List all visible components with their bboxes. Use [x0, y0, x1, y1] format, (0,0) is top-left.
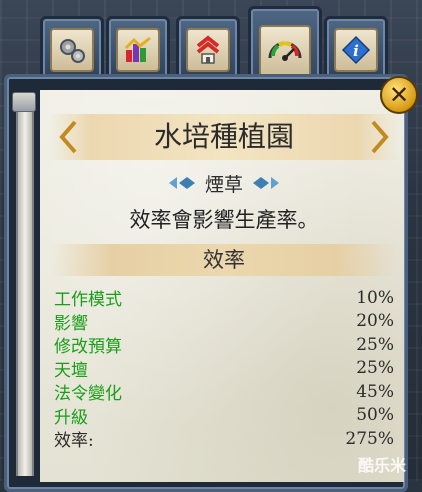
svg-text:i: i [353, 42, 359, 60]
total-label: 效率: [54, 431, 94, 452]
house-upgrade-icon [186, 28, 230, 72]
row-label: 升級 [54, 407, 88, 428]
list-item: 天壇 25% [54, 357, 394, 381]
list-item: 升級 50% [54, 404, 394, 428]
row-value: 45% [356, 381, 394, 402]
total-row: 效率: 275% [54, 427, 394, 452]
row-value: 25% [356, 334, 394, 355]
row-value: 20% [356, 311, 394, 332]
close-icon: ✕ [388, 81, 410, 109]
list-item: 工作模式 10% [54, 286, 394, 311]
left-ornament-icon [168, 177, 195, 189]
row-label: 修改預算 [54, 337, 122, 358]
efficiency-list: 工作模式 10% 影響 20% 修改預算 25% 天壇 25% 法令變化 45%… [54, 286, 394, 452]
building-title: 水培種植園 [153, 120, 294, 153]
row-label: 工作模式 [54, 290, 122, 311]
crop-selector[interactable]: 煙草 [48, 168, 400, 198]
scrollbar-thumb[interactable] [12, 92, 36, 112]
row-value: 25% [356, 358, 394, 379]
row-value: 10% [356, 287, 394, 308]
right-ornament-icon [253, 177, 279, 189]
section-title: 效率 [203, 248, 245, 272]
watermark: 酷乐米 [358, 456, 407, 475]
row-label: 天壇 [54, 360, 88, 381]
row-label: 影響 [54, 313, 88, 334]
list-item: 法令變化 45% [54, 380, 394, 405]
crop-name: 煙草 [204, 173, 243, 196]
list-item: 影響 20% [54, 310, 394, 334]
row-value: 50% [356, 405, 394, 426]
scrollbar-track[interactable] [16, 92, 34, 476]
list-item: 修改預算 25% [54, 333, 394, 358]
info-icon: i [334, 28, 378, 72]
bar-chart-icon [116, 28, 160, 72]
gears-icon [50, 28, 94, 72]
total-value: 275% [345, 428, 394, 449]
row-label: 法令變化 [54, 384, 122, 405]
efficiency-description: 效率會影響生產率。 [129, 208, 319, 232]
close-button[interactable]: ✕ [380, 76, 418, 114]
gauge-icon [259, 25, 311, 77]
